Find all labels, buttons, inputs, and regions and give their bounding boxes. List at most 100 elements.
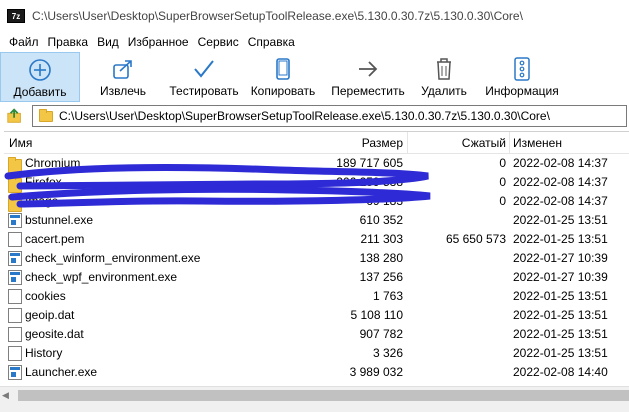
file-size: 206 259 538 bbox=[336, 175, 403, 189]
extract-button[interactable]: Извлечь bbox=[80, 52, 166, 102]
file-list: Имя Размер Сжатый Изменен Chromium 189 71… bbox=[4, 131, 629, 386]
file-name: check_winform_environment.exe bbox=[25, 251, 201, 265]
menu-favorites[interactable]: Избранное bbox=[125, 35, 195, 49]
trash-icon bbox=[437, 58, 451, 80]
folder-icon bbox=[39, 108, 53, 122]
scroll-left-icon[interactable]: ◀ bbox=[2, 390, 12, 400]
table-row[interactable]: geosite.dat 907 782 2022-01-25 13:51 bbox=[4, 325, 629, 344]
file-size: 69 183 bbox=[366, 194, 403, 208]
column-name-header[interactable]: Имя bbox=[9, 136, 32, 150]
window-title: C:\Users\User\Desktop\SuperBrowserSetupT… bbox=[32, 9, 523, 23]
file-rows: Chromium 189 717 605 0 2022-02-08 14:37 Fire… bbox=[4, 154, 629, 382]
column-packed-header[interactable]: Сжатый bbox=[462, 136, 506, 150]
file-modified: 2022-02-08 14:37 bbox=[513, 194, 608, 208]
status-bar bbox=[0, 403, 629, 412]
table-row[interactable]: cacert.pem 211 303 65 650 573 2022-01-25 13… bbox=[4, 230, 629, 249]
column-divider[interactable] bbox=[407, 132, 408, 154]
column-modified-header[interactable]: Изменен bbox=[513, 136, 562, 150]
exe-file-icon bbox=[8, 270, 22, 285]
horizontal-scrollbar[interactable]: ◀ bbox=[0, 386, 629, 403]
scrollbar-thumb[interactable] bbox=[18, 390, 629, 401]
table-row[interactable]: check_winform_environment.exe 138 280 2022… bbox=[4, 249, 629, 268]
move-button[interactable]: Переместить bbox=[324, 52, 412, 102]
file-size: 907 782 bbox=[359, 327, 403, 341]
copy-button[interactable]: Копировать bbox=[242, 52, 324, 102]
file-name: cacert.pem bbox=[25, 232, 85, 246]
table-row[interactable]: Chromium 189 717 605 0 2022-02-08 14:37 bbox=[4, 154, 629, 174]
arrow-right-icon bbox=[359, 61, 378, 77]
menu-help[interactable]: Справка bbox=[245, 35, 301, 49]
table-row[interactable]: cookies 1 763 2022-01-25 13:51 bbox=[4, 287, 629, 306]
file-modified: 2022-01-25 13:51 bbox=[513, 232, 608, 246]
file-modified: 2022-02-08 14:37 bbox=[513, 156, 608, 170]
menu-file[interactable]: Файл bbox=[6, 35, 45, 49]
title-bar: 7z C:\Users\User\Desktop\SuperBrowserSet… bbox=[0, 0, 629, 32]
file-icon bbox=[8, 232, 22, 247]
file-modified: 2022-02-08 14:37 bbox=[513, 175, 608, 189]
app-7zip-icon: 7z bbox=[7, 9, 25, 23]
table-row[interactable]: geoip.dat 5 108 110 2022-01-25 13:51 bbox=[4, 306, 629, 325]
file-packed-size: 0 bbox=[499, 175, 506, 189]
table-row[interactable]: Firefox 206 259 538 0 2022-02-08 14:37 bbox=[4, 173, 629, 193]
add-label: Добавить bbox=[13, 85, 67, 99]
toolbar: Добавить Извлечь Тестировать Копировать … bbox=[0, 52, 629, 102]
file-size: 3 326 bbox=[372, 346, 403, 360]
file-icon bbox=[8, 327, 22, 342]
exe-file-icon bbox=[8, 251, 22, 266]
file-size: 138 280 bbox=[359, 251, 403, 265]
table-row[interactable]: History 3 326 2022-01-25 13:51 bbox=[4, 344, 629, 363]
column-size-header[interactable]: Размер bbox=[362, 136, 403, 150]
column-divider[interactable] bbox=[509, 132, 510, 154]
address-bar: C:\Users\User\Desktop\SuperBrowserSetupT… bbox=[0, 103, 629, 129]
table-row[interactable]: bstunnel.exe 610 352 2022-01-25 13:51 bbox=[4, 211, 629, 230]
exe-file-icon bbox=[8, 213, 22, 228]
file-modified: 2022-02-08 14:40 bbox=[513, 365, 608, 379]
table-row[interactable]: Launcher.exe 3 989 032 2022-02-08 14:40 bbox=[4, 363, 629, 382]
file-size: 1 763 bbox=[372, 289, 403, 303]
file-name: Chromium bbox=[25, 156, 81, 170]
file-modified: 2022-01-25 13:51 bbox=[513, 346, 608, 360]
file-name: Launcher.exe bbox=[25, 365, 98, 379]
file-packed-size: 0 bbox=[499, 156, 506, 170]
file-size: 3 989 032 bbox=[349, 365, 403, 379]
exe-file-icon bbox=[8, 365, 22, 380]
file-name: Firefox bbox=[25, 175, 62, 189]
add-button[interactable]: Добавить bbox=[0, 52, 80, 102]
file-modified: 2022-01-25 13:51 bbox=[513, 308, 608, 322]
list-header: Имя Размер Сжатый Изменен bbox=[4, 132, 629, 154]
address-path: C:\Users\User\Desktop\SuperBrowserSetupT… bbox=[59, 109, 550, 123]
file-name: check_wpf_environment.exe bbox=[25, 270, 178, 284]
info-label: Информация bbox=[485, 84, 559, 98]
up-folder-button[interactable] bbox=[4, 105, 26, 127]
file-modified: 2022-01-27 10:39 bbox=[513, 270, 608, 284]
table-row[interactable]: check_wpf_environment.exe 137 256 2022-01-… bbox=[4, 268, 629, 287]
table-row[interactable]: Image 69 183 0 2022-02-08 14:37 bbox=[4, 192, 629, 212]
address-path-field[interactable]: C:\Users\User\Desktop\SuperBrowserSetupT… bbox=[32, 105, 627, 127]
test-button[interactable]: Тестировать bbox=[166, 52, 242, 102]
menu-tools[interactable]: Сервис bbox=[195, 35, 245, 49]
file-size: 211 303 bbox=[360, 232, 404, 246]
info-button[interactable]: Информация bbox=[476, 52, 568, 102]
file-modified: 2022-01-25 13:51 bbox=[513, 213, 608, 227]
extract-label: Извлечь bbox=[99, 84, 146, 98]
menu-edit[interactable]: Правка bbox=[45, 35, 95, 49]
folder-icon bbox=[8, 176, 22, 193]
file-size: 610 352 bbox=[359, 213, 403, 227]
menu-view[interactable]: Вид bbox=[94, 35, 125, 49]
file-icon bbox=[8, 346, 22, 361]
file-packed-size: 0 bbox=[499, 194, 506, 208]
file-modified: 2022-01-25 13:51 bbox=[513, 327, 608, 341]
file-size: 5 108 110 bbox=[350, 308, 404, 322]
file-modified: 2022-01-25 13:51 bbox=[513, 289, 608, 303]
delete-button[interactable]: Удалить bbox=[412, 52, 476, 102]
plus-circle-icon bbox=[29, 59, 51, 81]
file-icon bbox=[8, 289, 22, 304]
file-name: bstunnel.exe bbox=[25, 213, 94, 227]
file-name: Image bbox=[25, 194, 59, 208]
file-name: History bbox=[25, 346, 63, 360]
folder-icon bbox=[8, 195, 22, 212]
file-name: geoip.dat bbox=[25, 308, 75, 322]
file-name: geosite.dat bbox=[25, 327, 84, 341]
delete-label: Удалить bbox=[421, 84, 467, 98]
file-size: 189 717 605 bbox=[336, 156, 403, 170]
